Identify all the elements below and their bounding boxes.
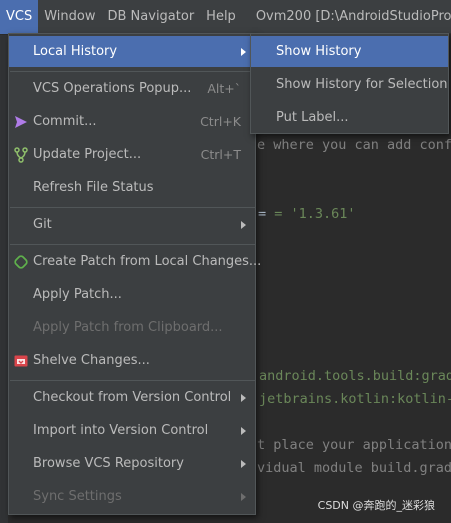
menu-item-vcs-operations-popup[interactable]: VCS Operations Popup... Alt+` (9, 73, 255, 104)
patch-icon (14, 255, 28, 269)
menu-item-label: Update Project... (33, 147, 142, 162)
menu-item-import-into-vcs[interactable]: Import into Version Control (9, 415, 255, 446)
menu-item-refresh-file-status[interactable]: Refresh File Status (9, 172, 255, 203)
editor-gutter (0, 35, 8, 523)
menu-item-browse-vcs-repository[interactable]: Browse VCS Repository (9, 448, 255, 479)
menu-item-git[interactable]: Git (9, 209, 255, 240)
menu-separator (10, 71, 255, 72)
submenu-arrow-icon (241, 492, 246, 501)
menu-item-label: Create Patch from Local Changes... (33, 254, 262, 269)
code-line: android.tools.build:grad (259, 368, 451, 384)
code-string: = '1.3.61' (274, 206, 356, 222)
shelve-icon (14, 355, 28, 367)
vcs-menu: Local History VCS Operations Popup... Al… (8, 33, 261, 515)
menubar-help[interactable]: Help (200, 0, 242, 34)
watermark: CSDN @奔跑的_迷彩狼 (317, 499, 435, 512)
submenu-arrow-icon (241, 459, 246, 468)
menubar: VCS Window DB Navigator Help Ovm200 [D:\… (0, 0, 451, 34)
menu-item-label: Checkout from Version Control (33, 390, 232, 405)
menu-item-local-history[interactable]: Local History (9, 36, 255, 67)
submenu-arrow-icon (241, 393, 246, 402)
menu-item-commit[interactable]: Commit... Ctrl+K (9, 106, 255, 137)
menu-item-label: VCS Operations Popup... (33, 81, 192, 96)
menu-item-label: Apply Patch from Clipboard... (33, 320, 223, 335)
submenu-item-show-history-for-selection[interactable]: Show History for Selection (251, 69, 448, 100)
menu-item-label: Browse VCS Repository (33, 456, 184, 471)
menu-item-apply-patch[interactable]: Apply Patch... (9, 279, 255, 310)
submenu-arrow-icon (241, 220, 246, 229)
code-line: jetbrains.kotlin:kotlin- (259, 391, 451, 407)
menu-item-shelve-changes[interactable]: Shelve Changes... (9, 345, 255, 376)
menu-item-label: Import into Version Control (33, 423, 209, 438)
code-line: e where you can add confi (257, 137, 451, 153)
menu-item-label: Commit... (33, 114, 97, 129)
update-branch-icon (14, 147, 28, 163)
menu-item-label: Apply Patch... (33, 287, 122, 302)
menu-separator (10, 244, 255, 245)
menubar-db-navigator[interactable]: DB Navigator (102, 0, 201, 34)
menubar-window[interactable]: Window (38, 0, 101, 34)
menubar-vcs[interactable]: VCS (0, 0, 39, 34)
submenu-item-put-label[interactable]: Put Label... (251, 102, 448, 133)
commit-arrow-icon (15, 116, 27, 128)
window-title: Ovm200 [D:\AndroidStudioProject (255, 9, 451, 24)
menu-item-sync-settings: Sync Settings (9, 481, 255, 512)
menu-item-update-project[interactable]: Update Project... Ctrl+T (9, 139, 255, 170)
menu-separator (10, 207, 255, 208)
submenu-arrow-icon (241, 426, 246, 435)
menu-item-checkout-from-vcs[interactable]: Checkout from Version Control (9, 382, 255, 413)
menu-item-label: Git (33, 217, 52, 232)
menu-item-apply-patch-from-clipboard: Apply Patch from Clipboard... (9, 312, 255, 343)
code-line: t place your application (257, 437, 451, 453)
menu-separator (10, 380, 255, 381)
code-line: = = '1.3.61' (258, 206, 356, 222)
shortcut-label: Ctrl+K (200, 114, 241, 129)
submenu-arrow-icon (241, 47, 246, 56)
menu-item-create-patch[interactable]: Create Patch from Local Changes... (9, 246, 261, 277)
shortcut-label: Ctrl+T (200, 147, 241, 162)
menu-item-label: Refresh File Status (33, 180, 154, 195)
menu-item-label: Sync Settings (33, 489, 122, 504)
local-history-submenu: Show History Show History for Selection … (250, 33, 449, 134)
shortcut-label: Alt+` (207, 81, 241, 96)
menu-item-label: Shelve Changes... (33, 353, 150, 368)
code-line: vidual module build.gradl (257, 460, 451, 476)
menu-item-label: Local History (33, 44, 118, 59)
submenu-item-show-history[interactable]: Show History (251, 36, 448, 67)
